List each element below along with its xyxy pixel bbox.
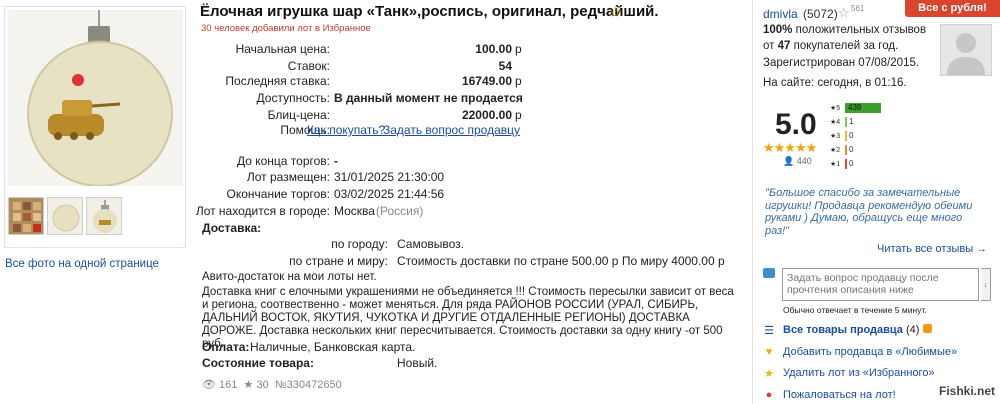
start-price-label: Начальная цена: — [235, 42, 330, 56]
star-icon-remove: ★ — [764, 368, 774, 380]
avatar[interactable] — [940, 24, 992, 76]
seller-name-link[interactable]: dmivla — [763, 7, 798, 21]
lot-title: Ёлочная игрушка шар «Танк»,роспись, ориг… — [200, 3, 659, 20]
ask-seller-button[interactable]: ↓ — [981, 268, 991, 301]
remove-from-favorites-link[interactable]: Удалить лот из «Избранного» — [783, 367, 935, 379]
positive-pct: 100% — [763, 24, 793, 36]
eye-icon: 👁 — [202, 379, 216, 391]
heart-icon: ♥ — [765, 346, 773, 358]
rating-bar-count: 0 — [849, 159, 854, 168]
posted-label: Лот размещен: — [246, 170, 330, 184]
photo-thumb-2[interactable] — [47, 197, 83, 235]
main-photo[interactable] — [8, 10, 183, 186]
positive-feedback: 100% положительных отзывов — [763, 24, 926, 36]
photo-thumb-1[interactable] — [8, 197, 44, 235]
rating-bar-label: ★2 — [830, 147, 841, 154]
list-icon: ☰ — [764, 325, 774, 337]
delivery-city-label: по городу: — [331, 237, 388, 251]
bids-value: 54 — [498, 59, 512, 73]
registered-date: Зарегистрирован 07/08/2015. — [763, 57, 920, 69]
online-status: На сайте: сегодня, в 01:16. — [763, 77, 907, 89]
rss-icon — [922, 324, 932, 333]
reply-time-note: Обычно отвечает в течение 5 минут. — [783, 305, 927, 315]
last-bid-currency: р — [515, 74, 522, 88]
all-from-ruble-badge[interactable]: Все с рубля! — [905, 0, 1000, 17]
city-label: Лот находится в городе: — [195, 204, 330, 218]
rating-bar-count: 0 — [849, 145, 854, 154]
finish-value: 03/02/2025 21:44:56 — [334, 187, 445, 201]
all-photos-link[interactable]: Все фото на одной странице — [5, 258, 159, 270]
blitz-price-value: 22000.00 — [461, 108, 512, 122]
delivery-world-value: Стоимость доставки по стране 500.00 р По… — [397, 254, 725, 268]
all-items-label: Все товары продавца — [783, 324, 903, 336]
favorites-note: 30 человек добавили лот в Избранное — [201, 23, 371, 34]
add-to-favorites-link[interactable]: Добавить продавца в «Любимые» — [783, 346, 957, 358]
ask-seller-input[interactable] — [782, 268, 979, 301]
positive-text: положительных отзывов — [795, 24, 927, 36]
delivery-world-label: по стране и миру: — [289, 254, 388, 268]
rating-bar-label: ★1 — [830, 161, 841, 168]
watermark: Fishki.net — [938, 384, 995, 398]
buyers-count: от 47 покупателей за год. — [763, 40, 898, 52]
rating-bar-count: 1 — [849, 117, 854, 126]
condition-label: Состояние товара: — [202, 356, 314, 370]
seller-reputation: (5072) — [803, 7, 838, 21]
time-left-value: - — [334, 154, 338, 168]
rating-bar-count: 439 — [848, 103, 862, 112]
from-count: 47 — [777, 40, 791, 52]
lot-stats: 👁 161 ★ 30 №330472650 — [202, 378, 342, 391]
delivery-note: Авито-достаток на мои лоты нет. — [202, 271, 377, 283]
delivery-description: Авито-достаток на мои лоты нет. Доставка… — [202, 271, 742, 351]
blitz-price-label: Блиц-цена: — [267, 108, 330, 122]
star-icon: ★ — [243, 379, 254, 391]
alert-icon: ● — [765, 389, 773, 401]
from-prefix: от — [763, 40, 775, 52]
start-price-value: 100.00 — [475, 42, 512, 56]
blitz-price-currency: р — [515, 108, 522, 122]
condition-value: Новый. — [397, 356, 438, 370]
reviews-total-value: 440 — [796, 156, 812, 166]
bids-label: Ставок: — [287, 59, 330, 73]
payment-label: Оплата: — [202, 340, 250, 354]
reviews-total: 👤 440 — [783, 156, 812, 167]
user-icon: 👤 — [783, 156, 795, 166]
read-all-reviews-link[interactable]: Читать все отзывы → — [877, 243, 987, 255]
time-left-label: До конца торгов: — [236, 154, 330, 168]
payment-value: Наличные, Банковская карта. — [250, 340, 416, 354]
posted-value: 31/01/2025 21:30:00 — [334, 170, 445, 184]
finish-label: Окончание торгов: — [226, 187, 331, 201]
how-to-buy-link[interactable]: Как покупать? — [307, 123, 385, 137]
report-lot-link[interactable]: Пожаловаться на лот! — [783, 389, 896, 401]
photo-thumb-3[interactable] — [86, 197, 122, 235]
last-bid-label: Последняя ставка: — [225, 74, 330, 88]
city-value: Москва — [334, 204, 375, 218]
delivery-heading: Доставка: — [202, 221, 262, 235]
rating-stars: ★★★★★ — [763, 140, 817, 155]
ask-seller-link[interactable]: Задать вопрос продавцу — [383, 123, 520, 137]
views-count: 161 — [219, 379, 238, 391]
rating-bar-label: ★5 — [830, 105, 841, 112]
availability-value: В данный момент не продается — [334, 91, 523, 105]
all-items-count: (4) — [905, 324, 920, 336]
rating-bar-label: ★4 — [830, 119, 841, 126]
rating-bar-label: ★3 — [830, 133, 841, 140]
stars-count: 30 — [256, 379, 269, 391]
country-value: (Россия) — [376, 204, 424, 218]
last-bid-value: 16749.00 — [461, 74, 512, 88]
availability-label: Доступность: — [256, 91, 330, 105]
start-price-currency: р — [515, 42, 522, 56]
rating-bar-count: 0 — [849, 131, 854, 140]
lot-number: №330472650 — [274, 379, 342, 391]
favorite-star-icon[interactable]: ☆ — [608, 2, 622, 22]
seller-star-icon: ☆ — [838, 5, 850, 20]
seller-rep-small: 561 — [851, 4, 865, 13]
all-seller-items-link[interactable]: Все товары продавца (4) — [783, 324, 932, 336]
chat-icon — [763, 268, 775, 278]
delivery-city-value: Самовывоз. — [397, 237, 465, 251]
review-quote: "Большое спасибо за замечательные игрушк… — [765, 187, 973, 237]
seller-rating: 5.0 — [775, 108, 817, 141]
from-suffix: покупателей за год. — [793, 40, 899, 52]
